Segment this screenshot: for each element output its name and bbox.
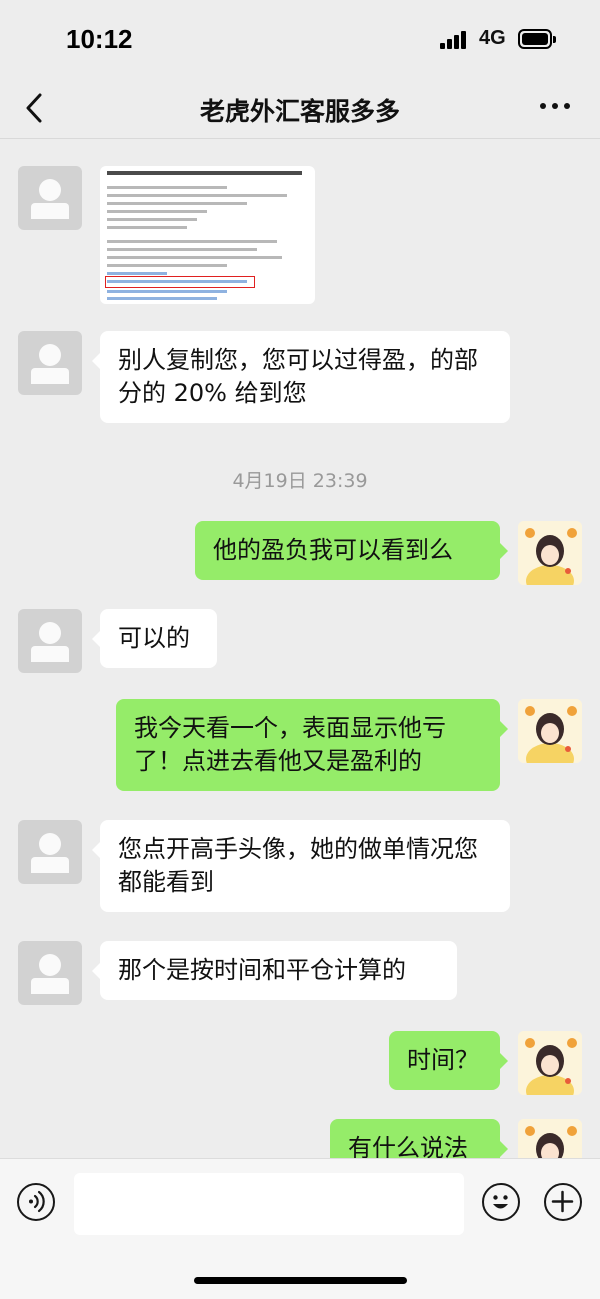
message-bubble-sent[interactable]: 他的盈负我可以看到么 xyxy=(195,521,508,580)
contact-avatar[interactable] xyxy=(18,166,82,230)
message-input[interactable] xyxy=(74,1173,464,1235)
more-options-button[interactable] xyxy=(540,103,570,113)
status-time: 10:12 xyxy=(66,24,133,54)
back-button[interactable] xyxy=(18,90,54,126)
message-bubble-received[interactable]: 那个是按时间和平仓计算的 xyxy=(92,941,457,1000)
message-timestamp: 4月19日 23:39 xyxy=(232,470,368,492)
contact-avatar[interactable] xyxy=(18,331,82,395)
message-bubble-sent[interactable]: 时间？ xyxy=(389,1031,508,1090)
user-avatar-image xyxy=(518,521,582,585)
home-indicator xyxy=(194,1277,407,1284)
smiley-icon xyxy=(493,1195,508,1209)
more-functions-button[interactable] xyxy=(544,1183,582,1221)
emoji-button[interactable] xyxy=(482,1183,520,1221)
user-avatar[interactable] xyxy=(518,699,582,763)
battery-icon xyxy=(518,29,556,49)
nav-bar: 老虎外汇客服多多 xyxy=(0,80,600,139)
image-message-document[interactable] xyxy=(100,166,315,304)
voice-icon xyxy=(29,1190,45,1213)
user-avatar[interactable] xyxy=(518,1031,582,1095)
voice-input-button[interactable] xyxy=(17,1183,55,1221)
chevron-left-icon xyxy=(26,93,42,123)
user-avatar-image xyxy=(518,1031,582,1095)
message-bubble-received[interactable]: 别人复制您，您可以过得盈，的部分的 20% 给到您 xyxy=(92,331,510,423)
contact-avatar[interactable] xyxy=(18,820,82,884)
plus-icon xyxy=(551,1190,574,1213)
more-dots-icon xyxy=(540,103,546,109)
contact-avatar[interactable] xyxy=(18,609,82,673)
signal-strength-icon xyxy=(440,31,470,49)
contact-avatar[interactable] xyxy=(18,941,82,1005)
user-avatar-image xyxy=(518,699,582,763)
user-avatar[interactable] xyxy=(518,521,582,585)
message-bubble-received[interactable]: 可以的 xyxy=(92,609,217,668)
status-bar: 10:12 4G xyxy=(0,0,600,80)
message-bubble-received[interactable]: 您点开高手头像，她的做单情况您都能看到 xyxy=(92,820,510,912)
network-type: 4G xyxy=(479,27,506,49)
message-bubble-sent[interactable]: 我今天看一个，表面显示他亏了！点进去看他又是盈利的 xyxy=(116,699,508,791)
chat-title: 老虎外汇客服多多 xyxy=(199,97,400,126)
